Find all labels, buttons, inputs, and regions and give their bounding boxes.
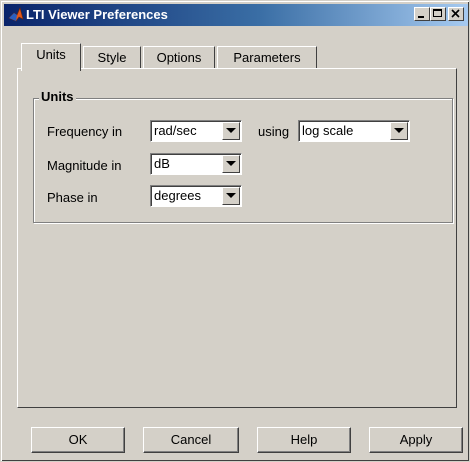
close-button[interactable] (448, 7, 464, 21)
tab-parameters[interactable]: Parameters (217, 46, 317, 70)
tab-units[interactable]: Units (21, 43, 81, 71)
apply-button[interactable]: Apply (369, 427, 463, 453)
phase-units-value: degrees (154, 188, 201, 203)
magnitude-label: Magnitude in (47, 158, 122, 173)
maximize-icon (433, 9, 442, 17)
magnitude-units-value: dB (154, 156, 170, 171)
window-title: LTI Viewer Preferences (26, 7, 168, 22)
phase-dropdown-button[interactable] (222, 187, 240, 205)
magnitude-units-select[interactable]: dB (150, 153, 242, 175)
chevron-down-icon (226, 161, 236, 166)
frequency-units-value: rad/sec (154, 123, 197, 138)
frequency-scale-value: log scale (302, 123, 354, 138)
chevron-down-icon (226, 128, 236, 133)
magnitude-dropdown-button[interactable] (222, 155, 240, 173)
frequency-units-select[interactable]: rad/sec (150, 120, 242, 142)
tab-style[interactable]: Style (83, 46, 141, 70)
minimize-icon (418, 16, 424, 18)
frequency-dropdown-button[interactable] (222, 122, 240, 140)
preferences-window: LTI Viewer Preferences Units Style Optio… (0, 0, 470, 462)
scale-dropdown-button[interactable] (390, 122, 408, 140)
frequency-scale-select[interactable]: log scale (298, 120, 410, 142)
frequency-label: Frequency in (47, 124, 123, 139)
matlab-icon (8, 7, 24, 22)
close-icon (451, 9, 460, 18)
title-bar[interactable]: LTI Viewer Preferences (4, 4, 468, 26)
phase-label: Phase in (47, 190, 98, 205)
help-button[interactable]: Help (257, 427, 351, 453)
ok-button[interactable]: OK (31, 427, 125, 453)
cancel-button[interactable]: Cancel (143, 427, 239, 453)
maximize-button[interactable] (430, 7, 446, 21)
units-group-title: Units (39, 89, 76, 104)
tab-options[interactable]: Options (143, 46, 215, 70)
using-label: using (258, 124, 290, 139)
chevron-down-icon (226, 193, 236, 198)
phase-units-select[interactable]: degrees (150, 185, 242, 207)
minimize-button[interactable] (414, 7, 430, 21)
chevron-down-icon (394, 128, 404, 133)
